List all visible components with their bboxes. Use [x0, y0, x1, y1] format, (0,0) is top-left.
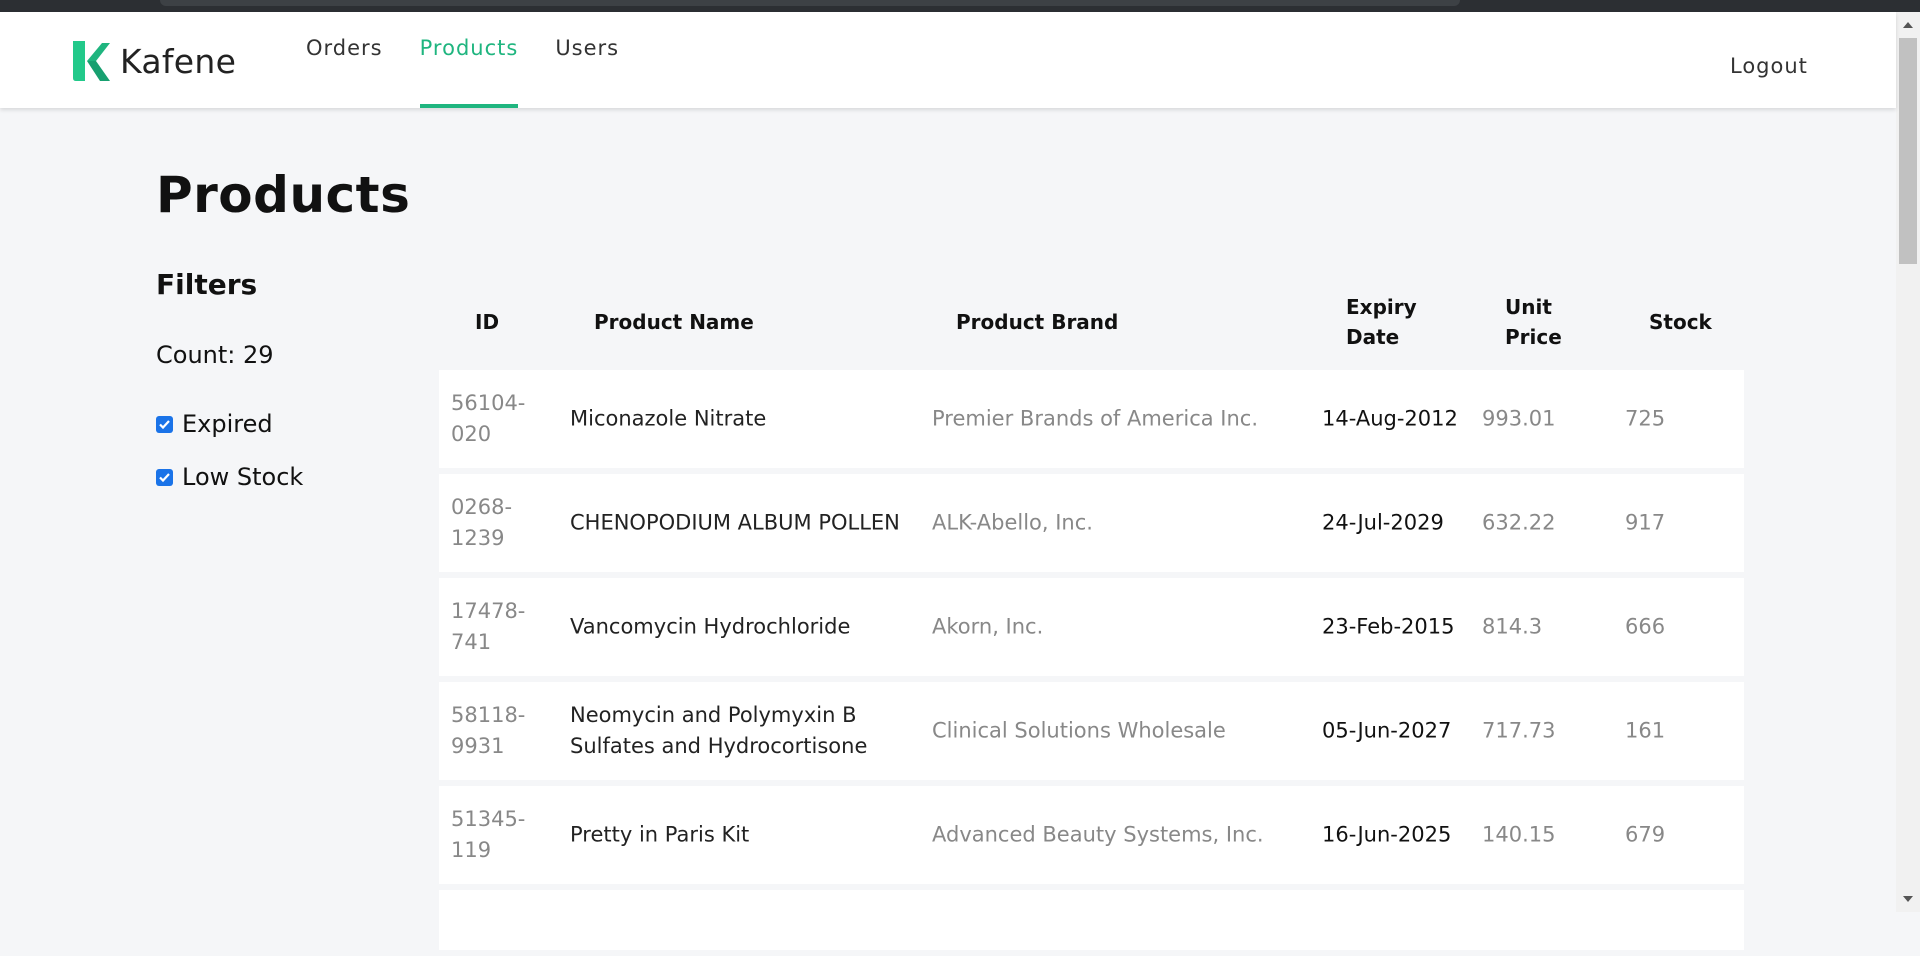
cell-id: 56104-020 [451, 391, 526, 446]
cell-id: 0268-1239 [451, 495, 513, 550]
kafene-logo-icon [73, 41, 110, 81]
expired-checkbox[interactable] [156, 415, 173, 433]
cell-product-name: Neomycin and Polymyxin B Sulfates and Hy… [570, 703, 868, 758]
scrollbar-thumb[interactable] [1899, 38, 1917, 264]
scroll-up-arrow-icon[interactable] [1903, 22, 1913, 28]
cell-stock: 917 [1625, 510, 1666, 535]
col-product-name: Product Name [594, 310, 754, 334]
cell-unit-price: 814.3 [1482, 614, 1543, 639]
nav-users[interactable]: Users [555, 0, 619, 96]
cell-expiry-date: 05-Jun-2027 [1322, 718, 1452, 743]
cell-unit-price: 993.01 [1482, 406, 1556, 431]
table-row[interactable]: 58118-9931 Neomycin and Polymyxin B Sulf… [439, 682, 1744, 780]
table-row[interactable]: 51345-119 Pretty in Paris Kit Advanced B… [439, 786, 1744, 884]
top-navigation-bar: Kafene Orders Products Users Logout [0, 12, 1896, 108]
cell-id: 58118-9931 [451, 703, 526, 758]
cell-product-brand: Clinical Solutions Wholesale [932, 718, 1226, 743]
page-scrollbar[interactable] [1896, 12, 1920, 912]
scroll-down-arrow-icon[interactable] [1903, 896, 1913, 902]
table-row[interactable]: 17478-741 Vancomycin Hydrochloride Akorn… [439, 578, 1744, 676]
nav-products[interactable]: Products [419, 0, 519, 108]
brand-logo[interactable]: Kafene [70, 39, 236, 83]
col-stock: Stock [1649, 310, 1712, 334]
table-row[interactable]: 56104-020 Miconazole Nitrate Premier Bra… [439, 370, 1744, 468]
cell-product-brand: Premier Brands of America Inc. [932, 406, 1259, 431]
low-stock-checkbox[interactable] [156, 468, 173, 486]
col-expiry-date: Expiry Date [1346, 295, 1417, 349]
brand-name: Kafene [120, 41, 237, 81]
expired-label: Expired [182, 410, 273, 438]
cell-product-brand: Akorn, Inc. [932, 614, 1044, 639]
table-row[interactable]: 0268-1239 CHENOPODIUM ALBUM POLLEN ALK-A… [439, 474, 1744, 572]
col-unit-price: Unit Price [1505, 295, 1562, 349]
cell-unit-price: 140.15 [1482, 822, 1556, 847]
table-row-partial[interactable] [439, 890, 1744, 950]
cell-id: 51345-119 [451, 807, 526, 862]
low-stock-label: Low Stock [182, 463, 304, 491]
browser-tab-strip [0, 0, 1920, 12]
cell-product-name: CHENOPODIUM ALBUM POLLEN [570, 510, 900, 535]
cell-product-brand: Advanced Beauty Systems, Inc. [932, 822, 1264, 847]
logout-link[interactable]: Logout [1730, 54, 1808, 78]
page-title: Products [156, 166, 411, 224]
filter-expired[interactable]: Expired [156, 410, 273, 438]
col-id: ID [475, 310, 500, 334]
cell-product-brand: ALK-Abello, Inc. [932, 510, 1093, 535]
cell-stock: 161 [1625, 718, 1666, 743]
cell-unit-price: 717.73 [1482, 718, 1556, 743]
cell-stock: 725 [1625, 406, 1666, 431]
cell-expiry-date: 24-Jul-2029 [1322, 510, 1444, 535]
checkmark-icon [159, 472, 170, 482]
cell-expiry-date: 14-Aug-2012 [1322, 406, 1458, 431]
filters-heading: Filters [156, 268, 258, 301]
nav-orders[interactable]: Orders [306, 0, 383, 96]
cell-product-name: Pretty in Paris Kit [570, 822, 750, 847]
cell-expiry-date: 16-Jun-2025 [1322, 822, 1452, 847]
cell-expiry-date: 23-Feb-2015 [1322, 614, 1455, 639]
cell-id: 17478-741 [451, 599, 526, 654]
col-product-brand: Product Brand [956, 310, 1119, 334]
main-nav: Orders Products Users [306, 12, 656, 108]
cell-stock: 679 [1625, 822, 1666, 847]
cell-product-name: Vancomycin Hydrochloride [570, 614, 851, 639]
cell-product-name: Miconazole Nitrate [570, 406, 767, 431]
cell-stock: 666 [1625, 614, 1666, 639]
filter-low-stock[interactable]: Low Stock [156, 463, 303, 491]
checkmark-icon [159, 419, 170, 429]
table-header: ID Product Name Product Brand Expiry Dat… [439, 290, 1744, 370]
result-count: Count: 29 [156, 341, 274, 369]
cell-unit-price: 632.22 [1482, 510, 1556, 535]
products-table: ID Product Name Product Brand Expiry Dat… [439, 290, 1744, 956]
